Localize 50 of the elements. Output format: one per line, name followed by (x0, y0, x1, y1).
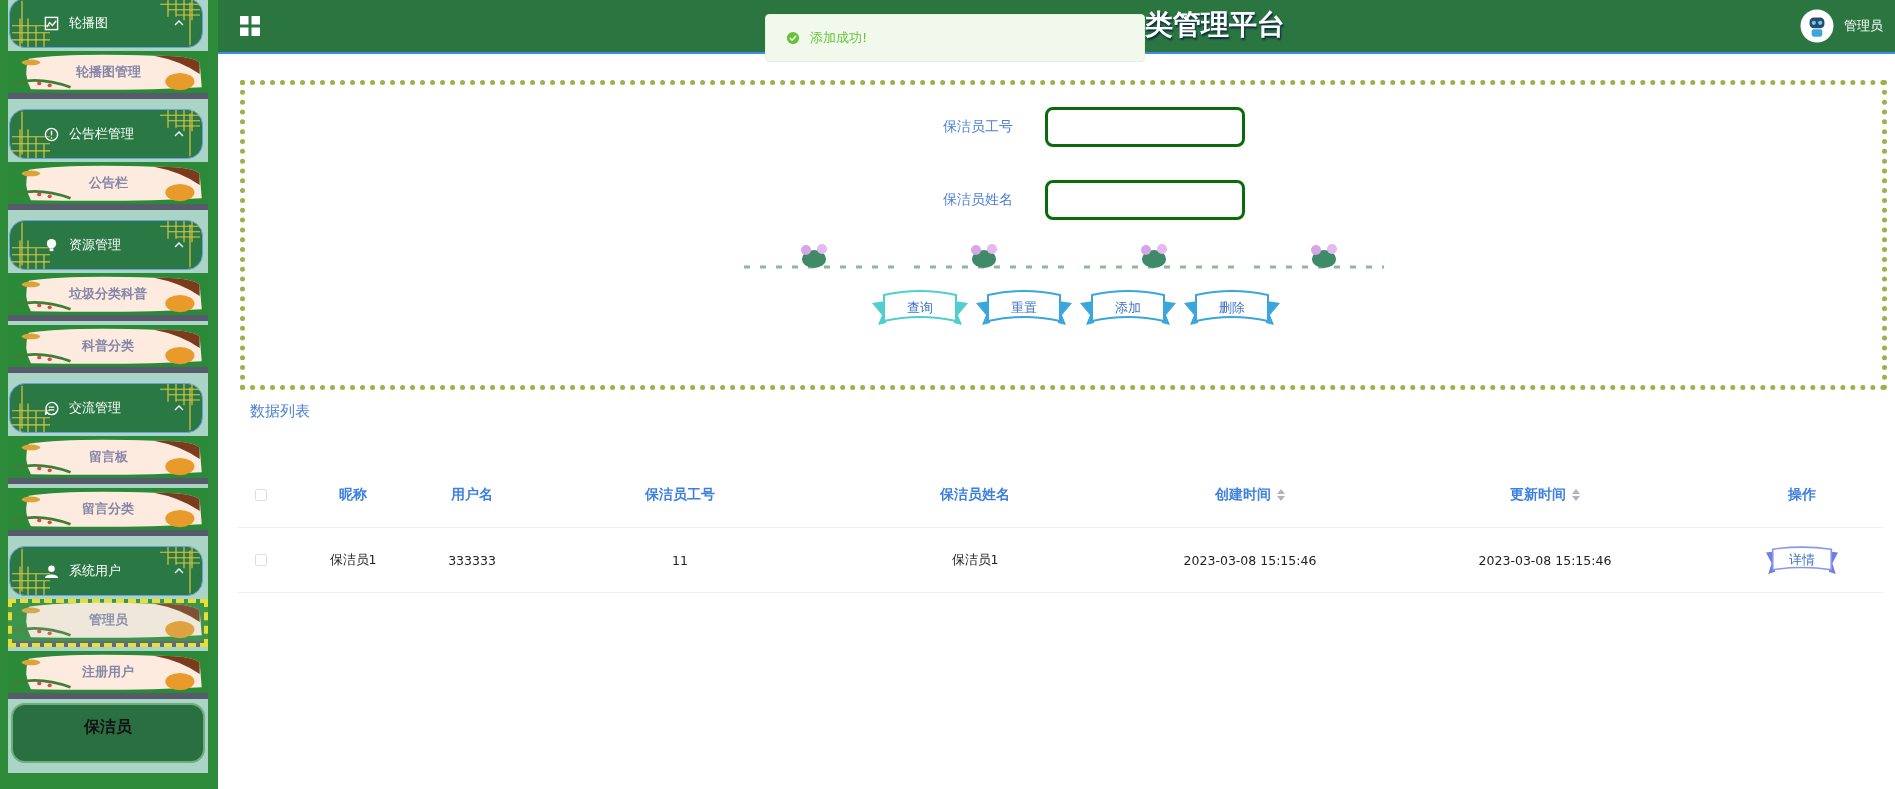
user-name[interactable]: 管理员 (1844, 17, 1883, 35)
menu-group[interactable]: 保洁员 (11, 703, 205, 763)
image-icon (44, 15, 59, 31)
column-header: 昵称 (339, 486, 367, 504)
table-cell: 保洁员1 (329, 551, 377, 569)
table-cell: 333333 (448, 552, 496, 568)
caret-icon (174, 20, 184, 26)
lightbulb-icon (44, 237, 59, 253)
robot-avatar-icon[interactable] (1800, 9, 1834, 43)
table-cell: 11 (672, 552, 688, 568)
column-header: 更新时间 (1510, 486, 1566, 504)
menu-item[interactable]: 管理员 (8, 599, 208, 647)
menu-item[interactable]: 留言板 (8, 436, 208, 484)
table-cell: 2023-03-08 15:15:46 (1478, 552, 1612, 568)
menu-item[interactable]: 注册用户 (8, 651, 208, 699)
menu-item[interactable]: 科普分类 (8, 325, 208, 373)
user-icon (44, 563, 59, 579)
field-label: 保洁员姓名 (941, 191, 1013, 209)
input-field[interactable] (1044, 107, 1245, 147)
check-circle-icon (786, 31, 800, 45)
menu-item[interactable]: 留言分类 (8, 488, 208, 536)
checkbox[interactable] (255, 554, 267, 566)
alert-icon (44, 126, 59, 142)
menu-group[interactable]: 交流管理 (9, 383, 203, 433)
column-header: 创建时间 (1215, 486, 1271, 504)
menu-item[interactable]: 轮播图管理 (8, 51, 208, 99)
column-header: 保洁员工号 (645, 486, 715, 504)
page-title: 类管理平台 (1145, 7, 1285, 43)
column-header: 用户名 (451, 486, 493, 504)
table-cell: 2023-03-08 15:15:46 (1183, 552, 1317, 568)
section-title: 数据列表 (250, 402, 311, 421)
input-field[interactable] (1044, 180, 1245, 220)
column-header: 操作 (1788, 486, 1816, 504)
grid-menu-icon[interactable] (240, 16, 260, 36)
field-label: 保洁员工号 (941, 118, 1013, 136)
table-cell: 保洁员1 (951, 551, 999, 569)
toast-message: 添加成功! (810, 29, 868, 47)
column-header: 保洁员姓名 (940, 486, 1010, 504)
caret-icon (174, 405, 184, 411)
caret-icon (174, 242, 184, 248)
menu-group[interactable]: 资源管理 (9, 220, 203, 270)
caret-icon (174, 131, 184, 137)
chat-icon (44, 400, 59, 416)
menu-group[interactable]: 公告栏管理 (9, 109, 203, 159)
menu-group[interactable]: 系统用户 (9, 546, 203, 596)
caret-icon (174, 568, 184, 574)
menu-item[interactable]: 公告栏 (8, 162, 208, 210)
menu-group[interactable]: 轮播图 (9, 0, 203, 48)
checkbox[interactable] (255, 489, 267, 501)
menu-item[interactable]: 垃圾分类科普 (8, 273, 208, 321)
